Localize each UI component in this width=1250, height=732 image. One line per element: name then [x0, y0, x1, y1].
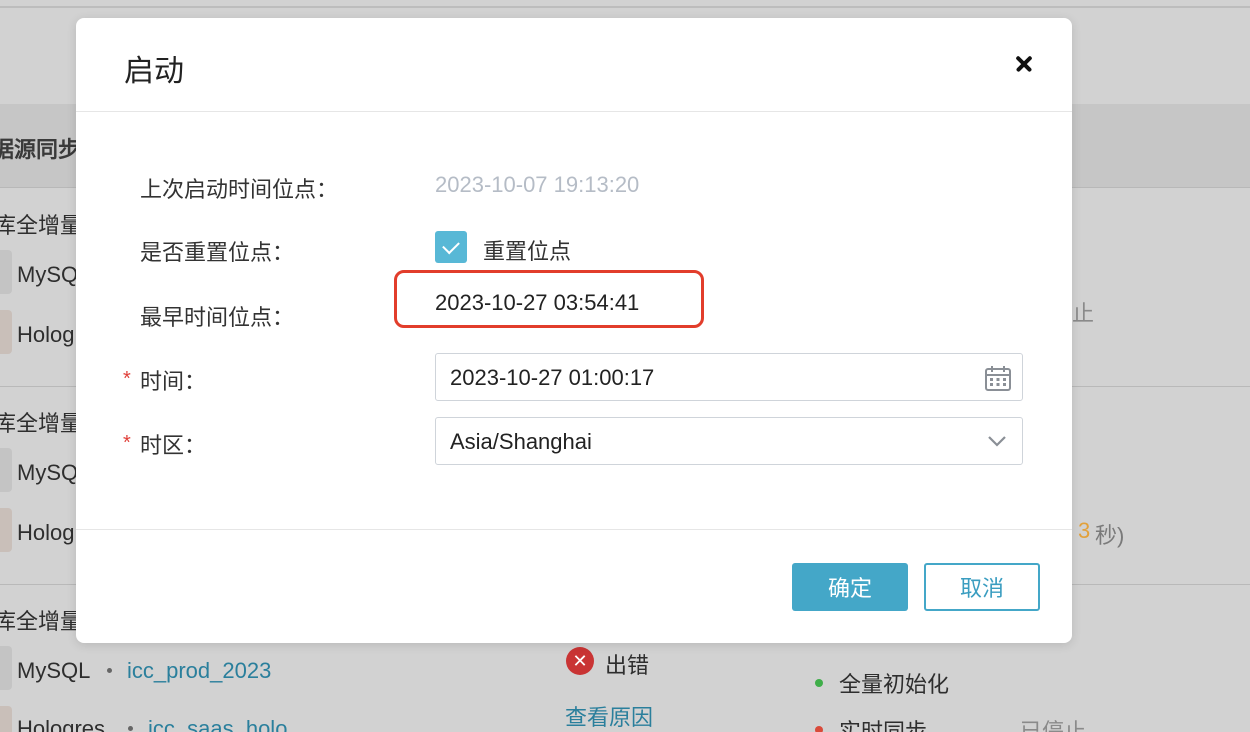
source-type: MySQ	[17, 460, 79, 485]
reset-point-checkbox[interactable]	[435, 231, 467, 263]
stage-full-init: 全量初始化	[839, 672, 950, 697]
timezone-select[interactable]: Asia/Shanghai	[435, 417, 1023, 465]
close-icon[interactable]	[1008, 48, 1040, 80]
section-header-title: 据源同步	[0, 137, 81, 162]
calendar-icon[interactable]	[984, 364, 1012, 392]
reset-point-label: 是否重置位点：	[140, 240, 295, 265]
earliest-point-value: 2023-10-27 03:54:41	[435, 290, 640, 315]
timezone-label-text: 时区：	[140, 433, 207, 458]
source-db-link[interactable]: icc_prod_2023	[127, 658, 271, 684]
target-tag	[0, 310, 12, 354]
cancel-button[interactable]: 取消	[924, 563, 1040, 611]
timezone-label: * 时区：	[123, 428, 207, 460]
view-reason-link[interactable]: 查看原因	[565, 700, 653, 732]
delay-unit: 秒)	[1095, 523, 1125, 548]
delay-number: 3	[1078, 518, 1091, 543]
reset-point-checkbox-label[interactable]: 重置位点	[483, 234, 571, 266]
start-dialog: 启动 上次启动时间位点： 2023-10-07 19:13:20 是否重置位点：…	[76, 18, 1072, 643]
time-picker-input[interactable]: 2023-10-27 01:00:17	[435, 353, 1023, 401]
error-status-dot	[815, 726, 823, 732]
task-title: 库全增量	[0, 411, 83, 436]
time-label: * 时间：	[123, 364, 207, 396]
error-icon: ✕	[566, 647, 594, 675]
separator-dot	[128, 726, 133, 731]
stage-realtime: 实时同步	[839, 719, 928, 732]
task-status-text: 止	[1072, 301, 1095, 326]
earliest-point-label: 最早时间位点：	[140, 305, 295, 330]
separator-dot	[107, 668, 112, 673]
source-tag	[0, 250, 12, 294]
target-tag	[0, 508, 12, 552]
task-title: 库全增量	[0, 213, 83, 238]
dialog-header: 启动	[76, 18, 1072, 112]
error-status: 出错	[605, 653, 650, 678]
dialog-title: 启动	[124, 55, 184, 88]
stage-realtime-status: 已停止	[1020, 719, 1087, 732]
source-type: MySQL	[17, 658, 91, 683]
chevron-down-icon	[988, 436, 1006, 447]
target-type: Hologres	[17, 716, 106, 732]
confirm-button[interactable]: 确定	[792, 563, 908, 611]
target-type: Holog	[17, 322, 75, 347]
target-db-link[interactable]: icc_saas_holo	[148, 716, 287, 732]
time-picker-value: 2023-10-27 01:00:17	[450, 365, 655, 390]
last-start-label: 上次启动时间位点：	[140, 177, 339, 202]
source-type: MySQ	[17, 262, 79, 287]
source-tag	[0, 448, 12, 492]
page-top-border	[0, 6, 1250, 8]
success-status-dot	[815, 679, 823, 687]
last-start-value: 2023-10-07 19:13:20	[435, 172, 640, 197]
required-mark: *	[123, 432, 131, 454]
target-type: Holog	[17, 520, 75, 545]
timezone-select-value: Asia/Shanghai	[450, 429, 592, 454]
time-label-text: 时间：	[140, 369, 207, 394]
required-mark: *	[123, 368, 131, 390]
source-tag	[0, 646, 12, 690]
task-title: 库全增量	[0, 609, 83, 634]
dialog-footer-divider	[76, 529, 1072, 530]
target-tag	[0, 706, 12, 732]
